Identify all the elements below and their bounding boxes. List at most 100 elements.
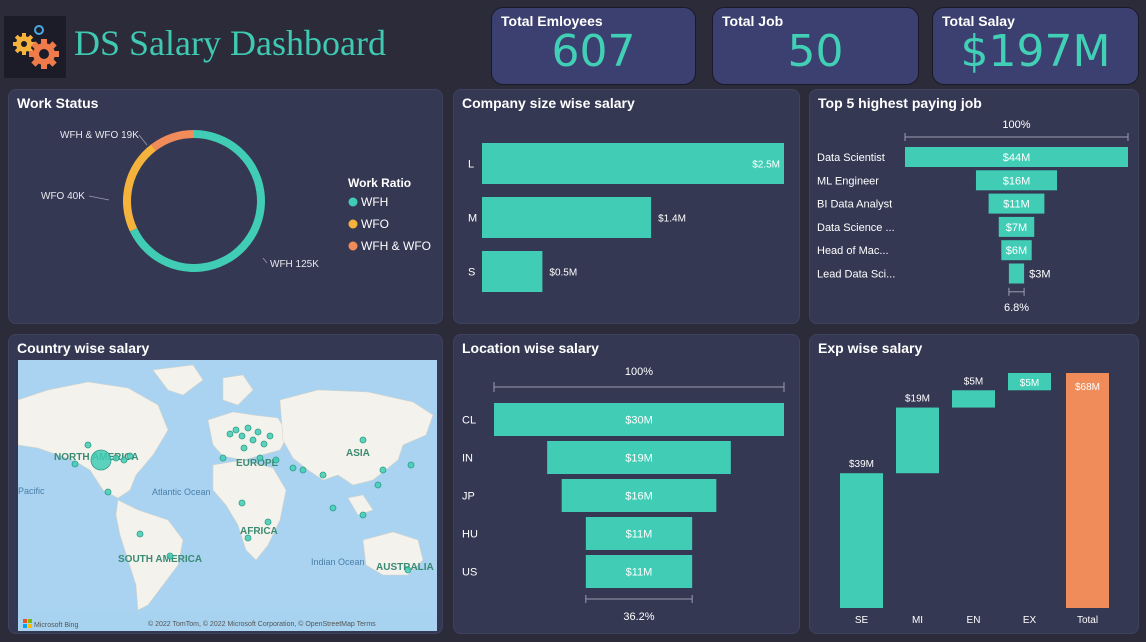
- legend-marker: [348, 241, 358, 251]
- map-bubble[interactable]: [244, 424, 252, 432]
- map-bubble[interactable]: [90, 449, 112, 471]
- funnel-bar[interactable]: [1008, 263, 1025, 284]
- map-bubble[interactable]: [120, 456, 128, 464]
- data-label: $3M: [1029, 269, 1050, 281]
- map-label: Indian Ocean: [311, 557, 365, 567]
- axis-category-label: S: [468, 267, 475, 279]
- location-panel[interactable]: Location wise salary 100% CL $30M IN $19M JP $…: [453, 334, 800, 634]
- map-bubble[interactable]: [71, 460, 79, 468]
- legend-marker: [348, 219, 358, 229]
- bar[interactable]: [482, 143, 784, 184]
- kpi-card-jobs: Total Job 50: [712, 7, 919, 85]
- company-size-bar-chart[interactable]: L $2.5M M $1.4M S $0.5M: [454, 90, 799, 323]
- funnel-top-label: 100%: [1002, 119, 1030, 131]
- dashboard-logo: [4, 16, 66, 78]
- map-bubble[interactable]: [240, 444, 248, 452]
- map-bubble[interactable]: [299, 466, 307, 474]
- axis-category-label: CL: [462, 415, 476, 427]
- data-label: $30M: [625, 415, 653, 427]
- map-bubble[interactable]: [136, 530, 144, 538]
- top-jobs-panel[interactable]: Top 5 highest paying job 100% Data Scient…: [809, 89, 1139, 324]
- page-title: DS Salary Dashboard: [74, 23, 386, 63]
- axis-category-label: EX: [1023, 615, 1037, 626]
- panel-title: Country wise salary: [17, 340, 150, 356]
- axis-category-label: L: [468, 159, 474, 171]
- map-bubble[interactable]: [219, 454, 227, 462]
- funnel-bottom-label: 6.8%: [1004, 302, 1029, 314]
- donut-slice-wfo[interactable]: [123, 144, 156, 232]
- data-label: $1.4M: [658, 214, 686, 225]
- donut-data-label: WFO 40K: [41, 191, 85, 202]
- axis-category-label: M: [468, 213, 477, 225]
- data-label: $7M: [1006, 222, 1027, 234]
- map-bubble[interactable]: [226, 430, 234, 438]
- axis-category-label: Head of Mac...: [817, 245, 889, 257]
- data-label: $19M: [905, 394, 930, 405]
- map-bubble[interactable]: [359, 511, 367, 519]
- axis-category-label: JP: [462, 491, 475, 503]
- map-bubble[interactable]: [238, 432, 246, 440]
- donut-data-label: WFH & WFO 19K: [60, 130, 139, 141]
- map-attribution[interactable]: © 2022 TomTom, © 2022 Microsoft Corporat…: [148, 620, 376, 628]
- exp-waterfall-chart[interactable]: $39M SE $19M MI $5M EN $5M EX $68M Total: [810, 335, 1138, 633]
- map-label: AFRICA: [240, 526, 278, 537]
- map-bubble[interactable]: [359, 436, 367, 444]
- map-bubble[interactable]: [244, 534, 252, 542]
- map-bubble[interactable]: [379, 466, 387, 474]
- top-jobs-funnel-chart[interactable]: 100% Data Scientist $44M ML Engineer $16M BI …: [810, 90, 1138, 323]
- waterfall-bar[interactable]: [896, 407, 939, 474]
- waterfall-bar[interactable]: [840, 473, 883, 608]
- map-bubble[interactable]: [266, 432, 274, 440]
- axis-category-label: HU: [462, 529, 478, 541]
- data-label: $68M: [1075, 382, 1100, 393]
- map-bubble[interactable]: [404, 566, 412, 574]
- map-bubble[interactable]: [104, 488, 112, 496]
- data-label: $44M: [1003, 152, 1031, 164]
- data-label: $39M: [849, 459, 874, 470]
- axis-category-label: MI: [912, 615, 923, 626]
- funnel-top-label: 100%: [625, 366, 653, 378]
- world-map[interactable]: NORTH AMERICA EUROPE ASIA AFRICA SOUTH A…: [18, 360, 437, 631]
- country-map-panel[interactable]: Country wise salary NORTH AMERICA EUROPE…: [8, 334, 443, 634]
- bar[interactable]: [482, 251, 543, 292]
- legend-label[interactable]: WFO: [361, 217, 389, 231]
- map-bubble[interactable]: [112, 454, 120, 462]
- map-bubble[interactable]: [256, 454, 264, 462]
- map-bubble[interactable]: [260, 440, 268, 448]
- work-status-panel[interactable]: Work Status WFH 125K WFO 40K WFH & WFO 19K…: [8, 89, 443, 324]
- donut-slice-wfh-wfo[interactable]: [151, 130, 194, 151]
- legend-label[interactable]: WFH: [361, 195, 388, 209]
- work-status-donut-chart[interactable]: WFH 125KWFO 40KWFH & WFO 19K Work Ratio …: [9, 90, 442, 323]
- exp-panel[interactable]: Exp wise salary $39M SE $19M MI $5M EN $5M EX $6…: [809, 334, 1139, 634]
- waterfall-total-bar[interactable]: [1066, 373, 1109, 608]
- map-bubble[interactable]: [272, 456, 280, 464]
- map-bubble[interactable]: [166, 552, 174, 560]
- map-bubble[interactable]: [289, 464, 297, 472]
- legend-title: Work Ratio: [348, 176, 411, 190]
- map-bubble[interactable]: [254, 428, 262, 436]
- axis-category-label: EN: [967, 615, 981, 626]
- bar[interactable]: [482, 197, 652, 238]
- leader-line: [262, 257, 268, 264]
- map-bubble[interactable]: [329, 504, 337, 512]
- map-bubble[interactable]: [238, 499, 246, 507]
- data-label: $11M: [626, 567, 653, 579]
- company-size-panel[interactable]: Company size wise salary L $2.5M M $1.4M S $0…: [453, 89, 800, 324]
- location-funnel-chart[interactable]: 100% CL $30M IN $19M JP $16M HU $11M US $11M 36.2%: [454, 335, 799, 633]
- map-bubble[interactable]: [232, 426, 240, 434]
- map-bubble[interactable]: [126, 452, 134, 460]
- axis-category-label: SE: [855, 615, 869, 626]
- map-bubble[interactable]: [84, 441, 92, 449]
- waterfall-bar[interactable]: [952, 390, 995, 408]
- data-label: $11M: [1003, 199, 1030, 211]
- data-label: $5M: [964, 376, 983, 387]
- axis-category-label: IN: [462, 453, 473, 465]
- map-bubble[interactable]: [249, 436, 257, 444]
- map-bubble[interactable]: [407, 461, 415, 469]
- legend-label[interactable]: WFH & WFO: [361, 239, 431, 253]
- map-bubble[interactable]: [319, 471, 327, 479]
- map-bubble[interactable]: [374, 481, 382, 489]
- kpi-value: $197M: [960, 26, 1111, 77]
- axis-category-label: ML Engineer: [817, 175, 879, 187]
- map-bubble[interactable]: [264, 518, 272, 526]
